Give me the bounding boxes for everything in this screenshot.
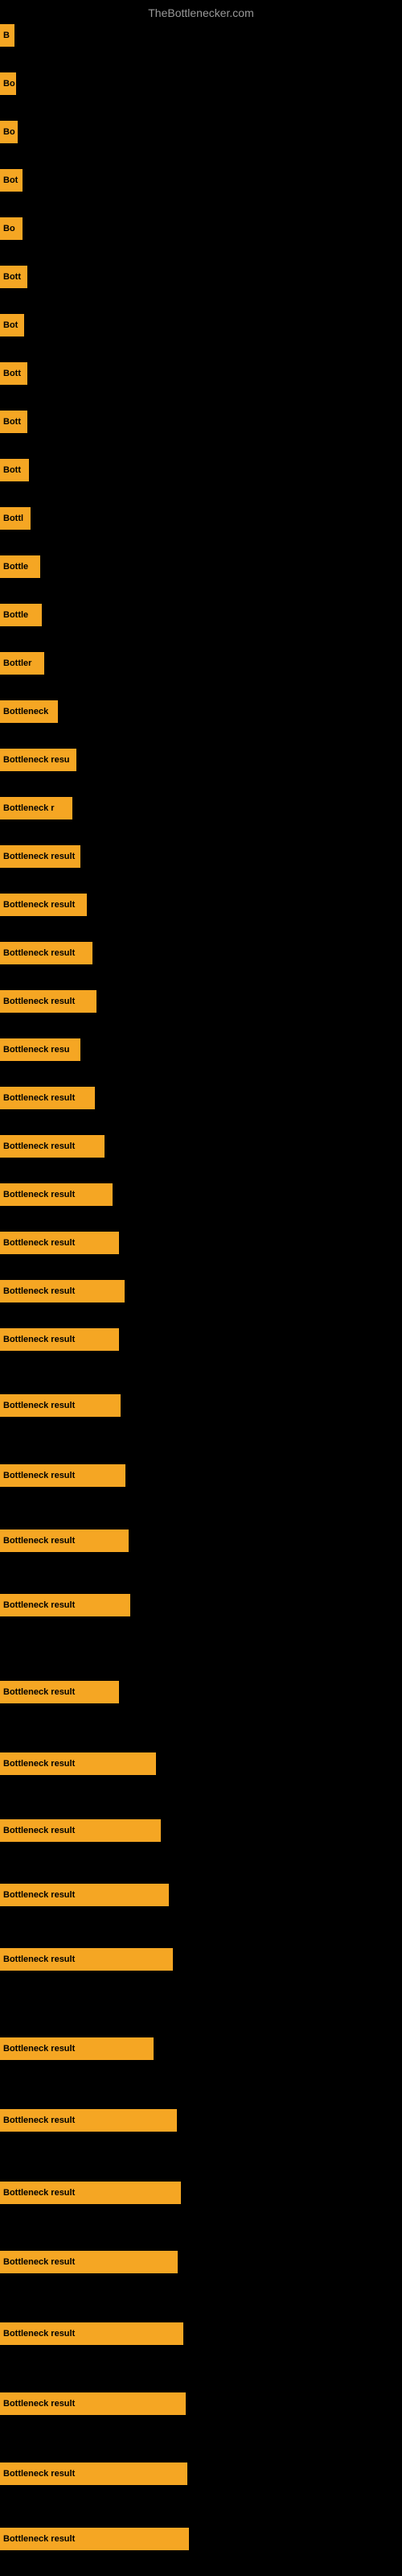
bar-label-7: Bott bbox=[3, 369, 21, 378]
bar-item-15: Bottleneck resu bbox=[0, 749, 76, 771]
bar-label-5: Bott bbox=[3, 272, 21, 282]
bar-item-2: Bo bbox=[0, 121, 18, 143]
bar-item-29: Bottleneck result bbox=[0, 1464, 125, 1487]
bar-label-39: Bottleneck result bbox=[3, 2188, 75, 2198]
bar-item-16: Bottleneck r bbox=[0, 797, 72, 819]
bar-item-32: Bottleneck result bbox=[0, 1681, 119, 1703]
bar-item-21: Bottleneck resu bbox=[0, 1038, 80, 1061]
bar-item-8: Bott bbox=[0, 411, 27, 433]
bar-label-21: Bottleneck resu bbox=[3, 1045, 70, 1055]
bar-item-31: Bottleneck result bbox=[0, 1594, 130, 1616]
bar-item-35: Bottleneck result bbox=[0, 1884, 169, 1906]
bar-label-24: Bottleneck result bbox=[3, 1190, 75, 1199]
bar-item-33: Bottleneck result bbox=[0, 1752, 156, 1775]
bar-label-6: Bot bbox=[3, 320, 18, 330]
bar-item-0: B bbox=[0, 24, 14, 47]
bar-item-20: Bottleneck result bbox=[0, 990, 96, 1013]
bar-item-18: Bottleneck result bbox=[0, 894, 87, 916]
bar-item-44: Bottleneck result bbox=[0, 2528, 189, 2550]
bar-item-6: Bot bbox=[0, 314, 24, 336]
bar-label-36: Bottleneck result bbox=[3, 1955, 75, 1964]
bar-item-34: Bottleneck result bbox=[0, 1819, 161, 1842]
bar-item-25: Bottleneck result bbox=[0, 1232, 119, 1254]
bar-label-1: Bo bbox=[3, 79, 15, 89]
bar-label-41: Bottleneck result bbox=[3, 2329, 75, 2339]
bar-label-19: Bottleneck result bbox=[3, 948, 75, 958]
bar-item-9: Bott bbox=[0, 459, 29, 481]
bar-item-42: Bottleneck result bbox=[0, 2392, 186, 2415]
bar-label-32: Bottleneck result bbox=[3, 1687, 75, 1697]
bar-label-11: Bottle bbox=[3, 562, 28, 572]
bar-item-30: Bottleneck result bbox=[0, 1530, 129, 1552]
bar-label-28: Bottleneck result bbox=[3, 1401, 75, 1410]
bar-label-17: Bottleneck result bbox=[3, 852, 75, 861]
bar-item-27: Bottleneck result bbox=[0, 1328, 119, 1351]
site-title: TheBottlenecker.com bbox=[0, 0, 402, 23]
bar-item-23: Bottleneck result bbox=[0, 1135, 105, 1158]
bar-label-2: Bo bbox=[3, 127, 15, 137]
bar-label-35: Bottleneck result bbox=[3, 1890, 75, 1900]
bar-item-13: Bottler bbox=[0, 652, 44, 675]
bar-label-12: Bottle bbox=[3, 610, 28, 620]
bar-label-27: Bottleneck result bbox=[3, 1335, 75, 1344]
bar-label-14: Bottleneck bbox=[3, 707, 48, 716]
bar-item-4: Bo bbox=[0, 217, 23, 240]
bar-label-25: Bottleneck result bbox=[3, 1238, 75, 1248]
bar-label-44: Bottleneck result bbox=[3, 2534, 75, 2544]
bar-label-20: Bottleneck result bbox=[3, 997, 75, 1006]
bar-label-3: Bot bbox=[3, 175, 18, 185]
bar-item-36: Bottleneck result bbox=[0, 1948, 173, 1971]
bar-label-23: Bottleneck result bbox=[3, 1141, 75, 1151]
bar-item-37: Bottleneck result bbox=[0, 2037, 154, 2060]
bar-label-13: Bottler bbox=[3, 658, 31, 668]
bar-label-0: B bbox=[3, 31, 10, 40]
bar-label-15: Bottleneck resu bbox=[3, 755, 70, 765]
bar-label-37: Bottleneck result bbox=[3, 2044, 75, 2054]
bar-label-38: Bottleneck result bbox=[3, 2116, 75, 2125]
bar-label-22: Bottleneck result bbox=[3, 1093, 75, 1103]
bar-label-18: Bottleneck result bbox=[3, 900, 75, 910]
bar-label-43: Bottleneck result bbox=[3, 2469, 75, 2479]
bar-item-24: Bottleneck result bbox=[0, 1183, 113, 1206]
bar-label-33: Bottleneck result bbox=[3, 1759, 75, 1769]
bar-label-8: Bott bbox=[3, 417, 21, 427]
bar-label-16: Bottleneck r bbox=[3, 803, 55, 813]
bar-label-9: Bott bbox=[3, 465, 21, 475]
bar-label-31: Bottleneck result bbox=[3, 1600, 75, 1610]
bar-label-4: Bo bbox=[3, 224, 15, 233]
bar-item-5: Bott bbox=[0, 266, 27, 288]
bar-item-26: Bottleneck result bbox=[0, 1280, 125, 1302]
bar-item-28: Bottleneck result bbox=[0, 1394, 121, 1417]
bar-item-43: Bottleneck result bbox=[0, 2462, 187, 2485]
bar-label-10: Bottl bbox=[3, 514, 23, 523]
bar-item-39: Bottleneck result bbox=[0, 2182, 181, 2204]
bar-item-7: Bott bbox=[0, 362, 27, 385]
bar-item-40: Bottleneck result bbox=[0, 2251, 178, 2273]
bar-item-1: Bo bbox=[0, 72, 16, 95]
bar-item-22: Bottleneck result bbox=[0, 1087, 95, 1109]
bar-label-34: Bottleneck result bbox=[3, 1826, 75, 1835]
bar-item-41: Bottleneck result bbox=[0, 2322, 183, 2345]
bar-item-17: Bottleneck result bbox=[0, 845, 80, 868]
bar-label-30: Bottleneck result bbox=[3, 1536, 75, 1546]
bar-item-10: Bottl bbox=[0, 507, 31, 530]
bar-item-19: Bottleneck result bbox=[0, 942, 92, 964]
bar-label-26: Bottleneck result bbox=[3, 1286, 75, 1296]
bar-item-14: Bottleneck bbox=[0, 700, 58, 723]
bar-item-12: Bottle bbox=[0, 604, 42, 626]
bar-label-42: Bottleneck result bbox=[3, 2399, 75, 2409]
bar-label-40: Bottleneck result bbox=[3, 2257, 75, 2267]
bar-item-11: Bottle bbox=[0, 555, 40, 578]
bar-item-38: Bottleneck result bbox=[0, 2109, 177, 2132]
bar-item-3: Bot bbox=[0, 169, 23, 192]
bar-label-29: Bottleneck result bbox=[3, 1471, 75, 1480]
